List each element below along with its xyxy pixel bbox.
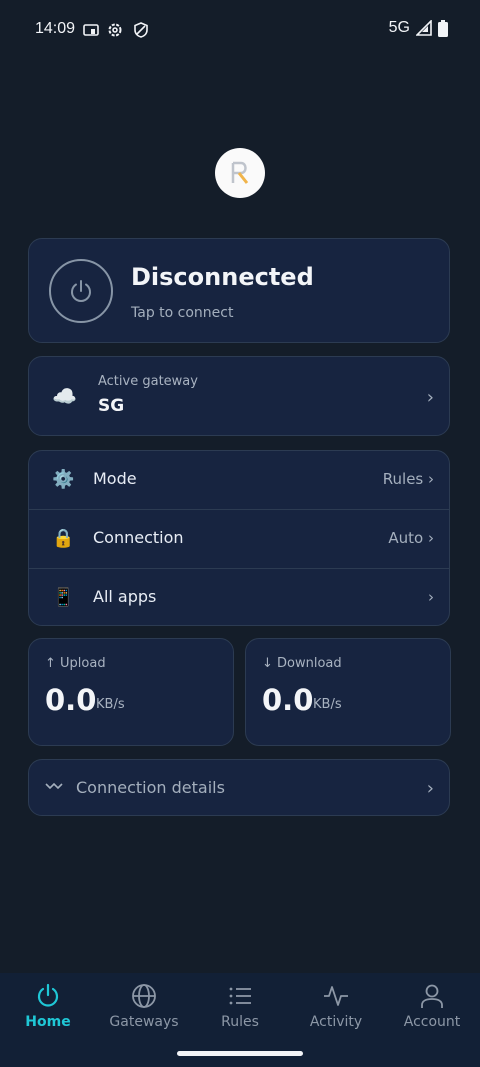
power-icon (37, 983, 59, 1007)
status-right: 5G (389, 19, 448, 37)
wave-icon (45, 782, 63, 790)
activity-icon (324, 986, 348, 1006)
nav-rules[interactable]: Rules (192, 973, 288, 1043)
all-apps-row[interactable]: 📱 All apps › (29, 568, 449, 628)
download-value: 0.0 (262, 683, 314, 717)
connection-details-button[interactable]: Connection details › (28, 759, 450, 816)
connect-card[interactable]: Disconnected Tap to connect (28, 238, 450, 343)
nav-activity[interactable]: Activity (288, 973, 384, 1043)
connection-status: Disconnected (131, 263, 314, 291)
chevron-right-icon: › (426, 387, 434, 408)
download-unit: KB/s (313, 697, 342, 712)
lock-icon: 🔒 (52, 528, 75, 549)
app-logo-r-icon (231, 161, 249, 184)
signal-icon (416, 20, 432, 36)
gateway-label: Active gateway (98, 374, 198, 389)
network-type: 5G (388, 19, 410, 36)
nav-home-label: Home (25, 1014, 71, 1030)
gateway-value: SG (98, 396, 125, 416)
connection-label: Connection (93, 528, 184, 547)
chevron-right-icon: › (426, 778, 434, 799)
upload-value: 0.0 (45, 683, 97, 717)
battery-icon (438, 19, 448, 37)
user-icon (421, 984, 443, 1008)
download-card: ↓ Download 0.0 KB/s (245, 638, 451, 746)
gear-icon: ⚙️ (52, 469, 75, 490)
globe-icon (132, 984, 156, 1008)
upload-unit: KB/s (96, 697, 125, 712)
list-icon (229, 987, 251, 1005)
nav-gateways-label: Gateways (109, 1014, 179, 1030)
connection-hint: Tap to connect (131, 305, 234, 321)
cloud-icon: ☁️ (52, 384, 77, 408)
nav-account[interactable]: Account (384, 973, 480, 1043)
app-logo (215, 148, 265, 198)
mode-value: Rules › (382, 470, 434, 488)
connection-value: Auto › (388, 529, 434, 547)
settings-gear-icon (108, 23, 122, 37)
gateway-card[interactable]: ☁️ Active gateway SG › (28, 356, 450, 436)
upload-card: ↑ Upload 0.0 KB/s (28, 638, 234, 746)
power-icon (71, 280, 91, 302)
download-label: ↓ Download (262, 656, 342, 671)
nav-activity-label: Activity (309, 1014, 363, 1030)
connection-row[interactable]: 🔒 Connection Auto › (29, 509, 449, 569)
nav-account-label: Account (403, 1014, 461, 1030)
upload-label: ↑ Upload (45, 656, 106, 671)
cast-icon (83, 24, 99, 36)
connection-details-label: Connection details (76, 778, 225, 797)
all-apps-label: All apps (93, 587, 157, 606)
vpn-shield-icon (134, 22, 148, 38)
power-button[interactable] (49, 259, 113, 323)
nav-home[interactable]: Home (0, 973, 96, 1043)
status-bar: 14:09 5G (0, 0, 480, 60)
nav-gateways[interactable]: Gateways (96, 973, 192, 1043)
phone-icon: 📱 (52, 587, 75, 608)
settings-card: ⚙️ Mode Rules › 🔒 Connection Auto › 📱 Al… (28, 450, 450, 626)
home-indicator[interactable] (177, 1051, 303, 1056)
mode-label: Mode (93, 469, 137, 488)
chevron-right-icon: › (428, 588, 434, 606)
nav-rules-label: Rules (221, 1014, 259, 1030)
mode-row[interactable]: ⚙️ Mode Rules › (29, 451, 449, 510)
status-time: 14:09 (35, 20, 76, 37)
